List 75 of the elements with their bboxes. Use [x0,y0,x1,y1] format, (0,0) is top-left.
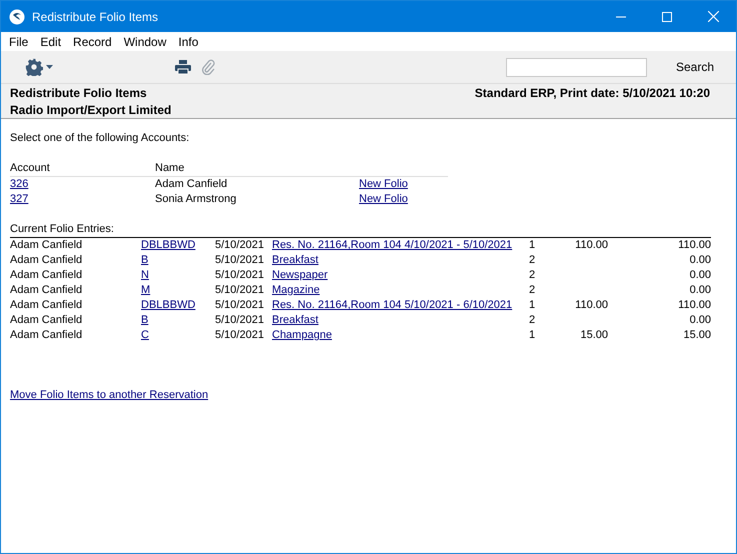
table-cell-text: 5/10/2021 [215,313,265,328]
account-link[interactable]: 326 [10,178,28,190]
account-link[interactable]: 327 [10,193,28,205]
move-items-link[interactable]: Move Folio Items to another Reservation [10,388,208,403]
description-link[interactable]: Breakfast [272,254,318,266]
settings-menu-button[interactable] [25,58,53,76]
printer-icon[interactable] [175,60,191,74]
description-link[interactable]: Res. No. 21164,Room 104 4/10/2021 - 5/10/2021 [272,239,512,251]
table-cell-text: Adam Canfield [10,238,84,253]
window-title: Redistribute Folio Items [32,8,158,26]
table-cell-text: 1 [529,238,536,253]
table-cell-text: 5/10/2021 [215,253,265,268]
table-cell: 15.00 [683,328,711,343]
instruction-text: Select one of the following Accounts: [10,131,190,146]
item-code-link[interactable]: C [141,329,149,341]
table-cell-text: 1 [529,298,536,313]
table-cell-text: 5/10/2021 [215,268,265,283]
section-title: Current Folio Entries: [10,222,115,237]
table-cell-text: 1 [529,328,536,343]
search-button[interactable]: Search [676,58,714,76]
gear-icon [25,58,43,76]
column-header: Account [10,161,51,176]
report-title: Redistribute Folio Items [10,85,148,102]
table-cell-text: 2 [529,313,536,328]
table-cell: 0.00 [690,313,711,328]
table-cell-text: Adam Canfield [10,253,84,268]
table-cell-text: Adam Canfield [10,328,84,343]
table-cell-text: 5/10/2021 [215,298,265,313]
app-logo-icon [9,8,25,24]
menu-item[interactable]: Edit [34,32,68,50]
description-link[interactable]: Magazine [272,284,320,296]
table-cell: 110.00 [678,298,711,313]
item-code-link[interactable]: DBLBBWD [141,239,196,251]
description-link[interactable]: Champagne [272,329,332,341]
table-cell-text: 2 [529,268,536,283]
description-link[interactable]: Newspaper [272,269,328,281]
column-header: Name [155,161,186,176]
new-folio-link[interactable]: New Folio [359,177,408,192]
description-link[interactable]: Breakfast [272,314,318,326]
table-cell: 0.00 [690,283,711,298]
item-code-link[interactable]: N [141,269,149,281]
close-icon [708,11,718,22]
table-cell-text: Adam Canfield [155,177,228,192]
table-cell-text: Sonia Armstrong [155,192,238,207]
print-info: Standard ERP, Print date: 5/10/2021 10:20 [474,85,710,102]
table-cell-text: Adam Canfield [10,313,84,328]
menu-item[interactable]: Info [172,32,204,50]
table-cell-text: 2 [529,283,536,298]
table-cell: 110.00 [575,238,608,253]
item-code-link[interactable]: B [141,254,148,266]
table-cell-text: Adam Canfield [10,283,84,298]
new-folio-link[interactable]: New Folio [359,192,408,207]
menu-item[interactable]: Window [118,32,172,50]
table-cell: 0.00 [690,253,711,268]
table-cell-text: 5/10/2021 [215,238,265,253]
caret-icon [46,65,53,69]
table-cell-text: Adam Canfield [10,298,84,313]
table-cell-text: 5/10/2021 [215,283,265,298]
paperclip-icon[interactable] [201,59,215,75]
table-cell-text: 2 [529,253,536,268]
item-code-link[interactable]: B [141,314,148,326]
table-cell: 110.00 [678,238,711,253]
table-cell-text: 5/10/2021 [215,328,265,343]
description-link[interactable]: Res. No. 21164,Room 104 5/10/2021 - 6/10/2021 [272,299,512,311]
table-cell: 15.00 [580,328,608,343]
item-code-link[interactable]: M [141,284,150,296]
table-cell: 0.00 [690,268,711,283]
company-name: Radio Import/Export Limited [10,102,172,119]
menu-item[interactable]: Record [67,32,118,50]
item-code-link[interactable]: DBLBBWD [141,299,196,311]
search-field[interactable] [506,58,647,76]
menu-item[interactable]: File [3,32,34,50]
maximize-icon [662,12,672,22]
table-cell: 110.00 [575,298,608,313]
table-cell-text: Adam Canfield [10,268,84,283]
